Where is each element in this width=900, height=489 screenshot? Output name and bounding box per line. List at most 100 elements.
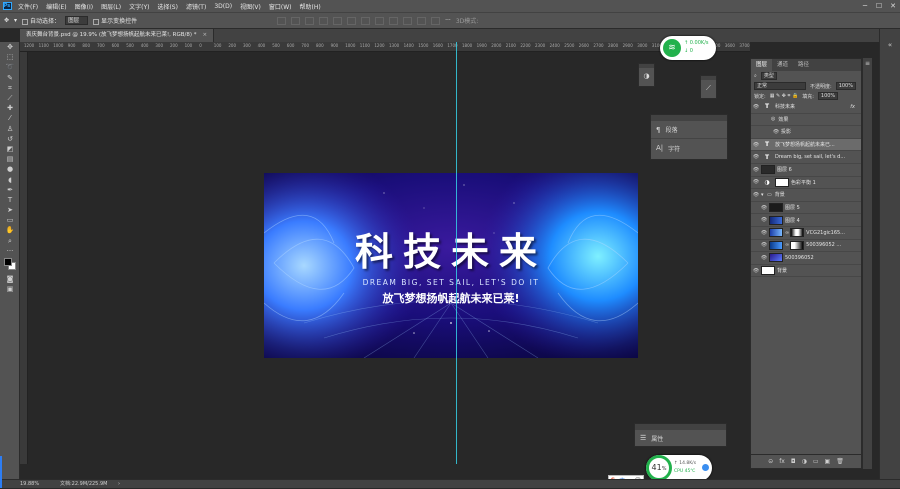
hand-tool-icon[interactable]: ✋ xyxy=(0,225,20,235)
layer-row[interactable]: 👁 T 科技未来 fx xyxy=(751,101,861,114)
transform-controls-checkbox[interactable]: 显示变换控件 xyxy=(93,16,137,25)
menu-view[interactable]: 视图(V) xyxy=(236,2,265,11)
distribute-icon[interactable] xyxy=(403,16,413,25)
color-panel-icon[interactable]: ◑ xyxy=(639,68,654,84)
paragraph-panel-button[interactable]: ¶ 段落 xyxy=(651,121,727,139)
fx-icon[interactable]: fx xyxy=(779,458,785,465)
eye-icon[interactable]: 👁 xyxy=(751,179,761,185)
eye-icon[interactable]: 👁 xyxy=(751,167,761,173)
menu-select[interactable]: 选择(S) xyxy=(153,2,182,11)
eye-icon[interactable]: 👁 xyxy=(751,104,761,110)
zoom-tool-icon[interactable]: ⌕ xyxy=(0,236,20,246)
layer-row[interactable]: 👁 图层 5 xyxy=(751,202,861,215)
layer-effect-row[interactable]: ◎ 效果 xyxy=(751,114,861,127)
menu-window[interactable]: 窗口(W) xyxy=(265,2,296,11)
move-tool-icon[interactable]: ✥ xyxy=(0,42,20,52)
tab-channels[interactable]: 通道 xyxy=(772,59,793,71)
distribute-icon[interactable] xyxy=(375,16,385,25)
menu-layer[interactable]: 图层(L) xyxy=(97,2,125,11)
pen-tool-icon[interactable]: ✒ xyxy=(0,185,20,195)
layer-row[interactable]: 👁 ∞ 500396052 ... xyxy=(751,240,861,253)
brush-settings-icon[interactable]: ⟋ xyxy=(701,80,716,96)
align-icon[interactable] xyxy=(319,16,329,25)
blur-tool-icon[interactable]: ● xyxy=(0,164,20,174)
eye-icon[interactable]: 👁 xyxy=(759,242,769,248)
trash-icon[interactable]: 🗑 xyxy=(836,458,844,465)
layer-group-row[interactable]: 👁 ▾ ▭ 背景 xyxy=(751,189,861,202)
eye-icon[interactable]: 👁 xyxy=(759,205,769,211)
mask-icon[interactable]: ◘ xyxy=(791,458,796,465)
menu-type[interactable]: 文字(Y) xyxy=(125,2,153,11)
new-layer-icon[interactable]: ▣ xyxy=(825,458,831,465)
chevron-down-icon[interactable]: ▾ xyxy=(14,17,17,24)
gradient-tool-icon[interactable]: ▤ xyxy=(0,154,20,164)
character-panel-button[interactable]: A| 字符 xyxy=(651,139,727,157)
close-icon[interactable]: ✕ xyxy=(886,0,900,12)
dodge-tool-icon[interactable]: ◖ xyxy=(0,174,20,184)
opacity-input[interactable]: 100% xyxy=(835,82,856,90)
fill-input[interactable]: 100% xyxy=(817,92,839,100)
align-icon[interactable] xyxy=(277,16,287,25)
align-icon[interactable] xyxy=(333,16,343,25)
properties-panel-button[interactable]: ☰ 属性 xyxy=(635,430,726,446)
artboard[interactable]: 科技未来 DREAM BIG, SET SAIL, LET'S DO IT 放飞… xyxy=(264,173,638,358)
layer-row[interactable]: 👁 ◑ 色彩平衡 1 xyxy=(751,177,861,190)
expand-icon[interactable]: « xyxy=(880,41,900,49)
layer-effect-row[interactable]: 👁 投影 xyxy=(751,126,861,139)
layer-filter-dropdown[interactable]: 类型 xyxy=(760,72,777,80)
eye-icon[interactable]: 👁 xyxy=(759,230,769,236)
clone-stamp-icon[interactable]: ♙ xyxy=(0,124,20,134)
healing-brush-icon[interactable]: ✚ xyxy=(0,103,20,113)
move-tool-icon[interactable]: ✥ xyxy=(4,17,9,24)
layer-row[interactable]: 👁 T 放飞梦想扬帆起航未来已... xyxy=(751,138,861,152)
vertical-guide[interactable] xyxy=(456,42,457,464)
eye-icon[interactable]: 👁 xyxy=(751,192,761,198)
eye-icon[interactable]: 👁 xyxy=(751,142,761,148)
marquee-tool-icon[interactable]: ⬚ xyxy=(0,52,20,62)
blend-mode-dropdown[interactable]: 正常 xyxy=(754,82,806,90)
photoshop-logo-icon[interactable]: Ps xyxy=(0,0,14,12)
rectangle-tool-icon[interactable]: ▭ xyxy=(0,215,20,225)
history-brush-icon[interactable]: ↺ xyxy=(0,134,20,144)
fx-icon[interactable]: fx xyxy=(850,104,855,110)
path-select-icon[interactable]: ➤ xyxy=(0,205,20,215)
color-swatches[interactable] xyxy=(0,256,19,274)
layer-row[interactable]: 👁 背景 xyxy=(751,265,861,278)
menu-filter[interactable]: 滤镜(T) xyxy=(182,2,210,11)
eyedropper-icon[interactable]: ⟋ xyxy=(0,93,20,103)
folder-icon[interactable]: ▭ xyxy=(813,458,819,465)
minimize-icon[interactable]: ─ xyxy=(858,0,872,12)
distribute-icon[interactable] xyxy=(431,16,441,25)
eye-icon[interactable]: 👁 xyxy=(771,129,781,135)
close-icon[interactable]: × xyxy=(203,32,208,38)
document-tab[interactable]: 表庆舞台背景.psd @ 19.9% (放飞梦想扬帆起航未来已莱!, RGB/8… xyxy=(20,29,215,42)
align-icon[interactable] xyxy=(291,16,301,25)
quick-select-icon[interactable]: ✎ xyxy=(0,73,20,83)
adjustment-icon[interactable]: ◑ xyxy=(802,458,807,465)
more-icon[interactable]: ··· xyxy=(445,17,451,24)
brush-tool-icon[interactable]: ⁄ xyxy=(0,113,20,123)
menu-help[interactable]: 帮助(H) xyxy=(296,2,325,11)
layer-row[interactable]: 👁 图层 6 xyxy=(751,164,861,177)
screen-mode-icon[interactable]: ▣ xyxy=(0,284,20,294)
distribute-icon[interactable] xyxy=(361,16,371,25)
eye-icon[interactable]: 👁 xyxy=(751,154,761,160)
eye-icon[interactable]: 👁 xyxy=(759,255,769,261)
lock-icons[interactable]: ▦ ✎ ✥ ⌗ 🔒 xyxy=(770,93,799,99)
layer-row[interactable]: 👁 T Dream big, set sail, let's d... xyxy=(751,151,861,164)
layer-row[interactable]: 👁 500396052 xyxy=(751,252,861,265)
align-icon[interactable] xyxy=(347,16,357,25)
distribute-icon[interactable] xyxy=(417,16,427,25)
auto-select-dropdown[interactable]: 图层 xyxy=(65,16,89,25)
panel-menu-icon[interactable]: ≡ xyxy=(863,60,872,67)
eraser-tool-icon[interactable]: ◩ xyxy=(0,144,20,154)
link-icon[interactable]: ⊝ xyxy=(768,458,773,465)
tab-paths[interactable]: 路径 xyxy=(793,59,814,71)
crop-tool-icon[interactable]: ⌗ xyxy=(0,83,20,93)
quick-mask-icon[interactable]: ◙ xyxy=(0,274,20,284)
menu-edit[interactable]: 编辑(E) xyxy=(42,2,70,11)
type-tool-icon[interactable]: T xyxy=(0,195,20,205)
layer-row[interactable]: 👁 图层 4 xyxy=(751,214,861,227)
menu-3d[interactable]: 3D(D) xyxy=(210,3,236,10)
settings-icon[interactable] xyxy=(702,464,709,471)
